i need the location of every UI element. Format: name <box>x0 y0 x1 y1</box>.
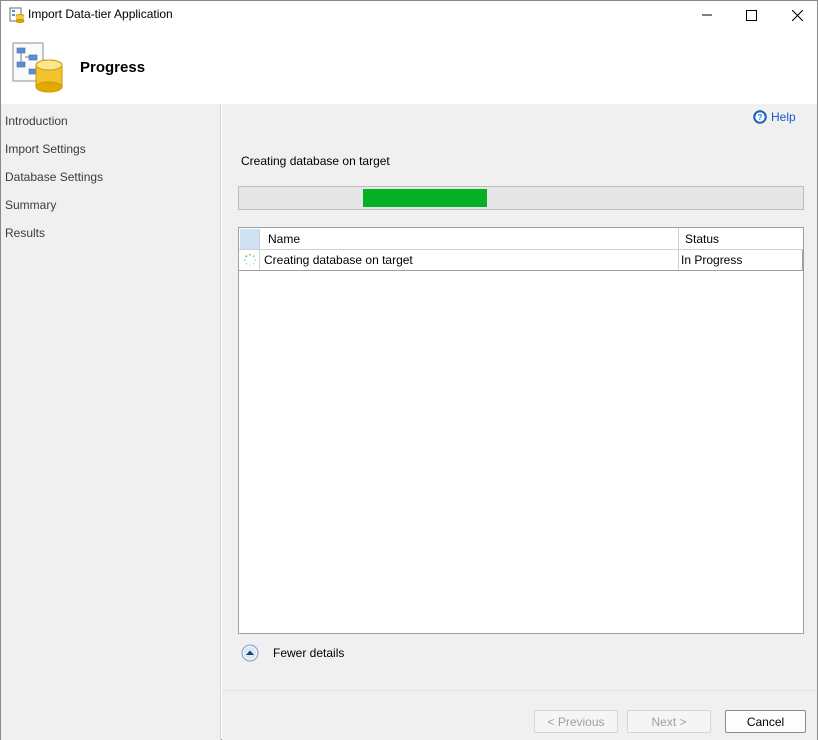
help-label: Help <box>771 110 796 124</box>
progress-fill <box>363 189 487 207</box>
help-link[interactable]: ? Help <box>753 110 796 124</box>
wizard-sidebar: Introduction Import Settings Database Se… <box>1 104 221 740</box>
fewer-details-label: Fewer details <box>273 646 345 660</box>
progress-bar <box>238 186 804 210</box>
title-bar: Import Data-tier Application <box>1 1 817 29</box>
svg-text:?: ? <box>758 113 763 122</box>
progress-grid: Name Status Creating database on target … <box>238 227 804 634</box>
table-row[interactable]: Creating database on target In Progress <box>239 250 803 271</box>
page-title: Progress <box>80 59 146 76</box>
previous-button[interactable]: < Previous <box>534 710 618 733</box>
grid-select-all-cell[interactable] <box>240 229 260 249</box>
status-text: Creating database on target <box>241 154 390 168</box>
sidebar-item-introduction[interactable]: Introduction <box>5 114 68 128</box>
dialog-window: Import Data-tier Application Progress In… <box>0 0 818 740</box>
close-button[interactable] <box>774 1 818 29</box>
footer-divider <box>222 690 817 691</box>
minimize-icon <box>702 14 712 16</box>
close-icon <box>791 9 803 21</box>
grid-header: Name Status <box>239 228 803 250</box>
sidebar-item-summary[interactable]: Summary <box>5 198 56 212</box>
sidebar-item-database-settings[interactable]: Database Settings <box>5 170 103 184</box>
wizard-content: ? Help Creating database on target Name … <box>222 104 817 740</box>
wizard-header: Progress <box>1 29 817 104</box>
sidebar-item-results[interactable]: Results <box>5 226 45 240</box>
row-status-icon-cell <box>240 250 260 270</box>
data-tier-application-icon <box>9 39 65 95</box>
app-icon <box>9 7 25 23</box>
row-status-cell: In Progress <box>679 250 803 270</box>
maximize-icon <box>745 9 757 21</box>
maximize-button[interactable] <box>728 1 774 29</box>
minimize-button[interactable] <box>684 1 730 29</box>
column-header-name[interactable]: Name <box>261 228 679 250</box>
help-icon: ? <box>753 110 767 124</box>
next-button[interactable]: Next > <box>627 710 711 733</box>
cancel-button[interactable]: Cancel <box>725 710 806 733</box>
row-name-cell: Creating database on target <box>261 250 679 270</box>
chevron-up-circle-icon <box>241 644 259 662</box>
fewer-details-toggle[interactable]: Fewer details <box>241 644 344 662</box>
column-header-status[interactable]: Status <box>679 228 803 250</box>
in-progress-spinner-icon <box>243 253 256 267</box>
sidebar-item-import-settings[interactable]: Import Settings <box>5 142 86 156</box>
window-title: Import Data-tier Application <box>28 7 173 21</box>
